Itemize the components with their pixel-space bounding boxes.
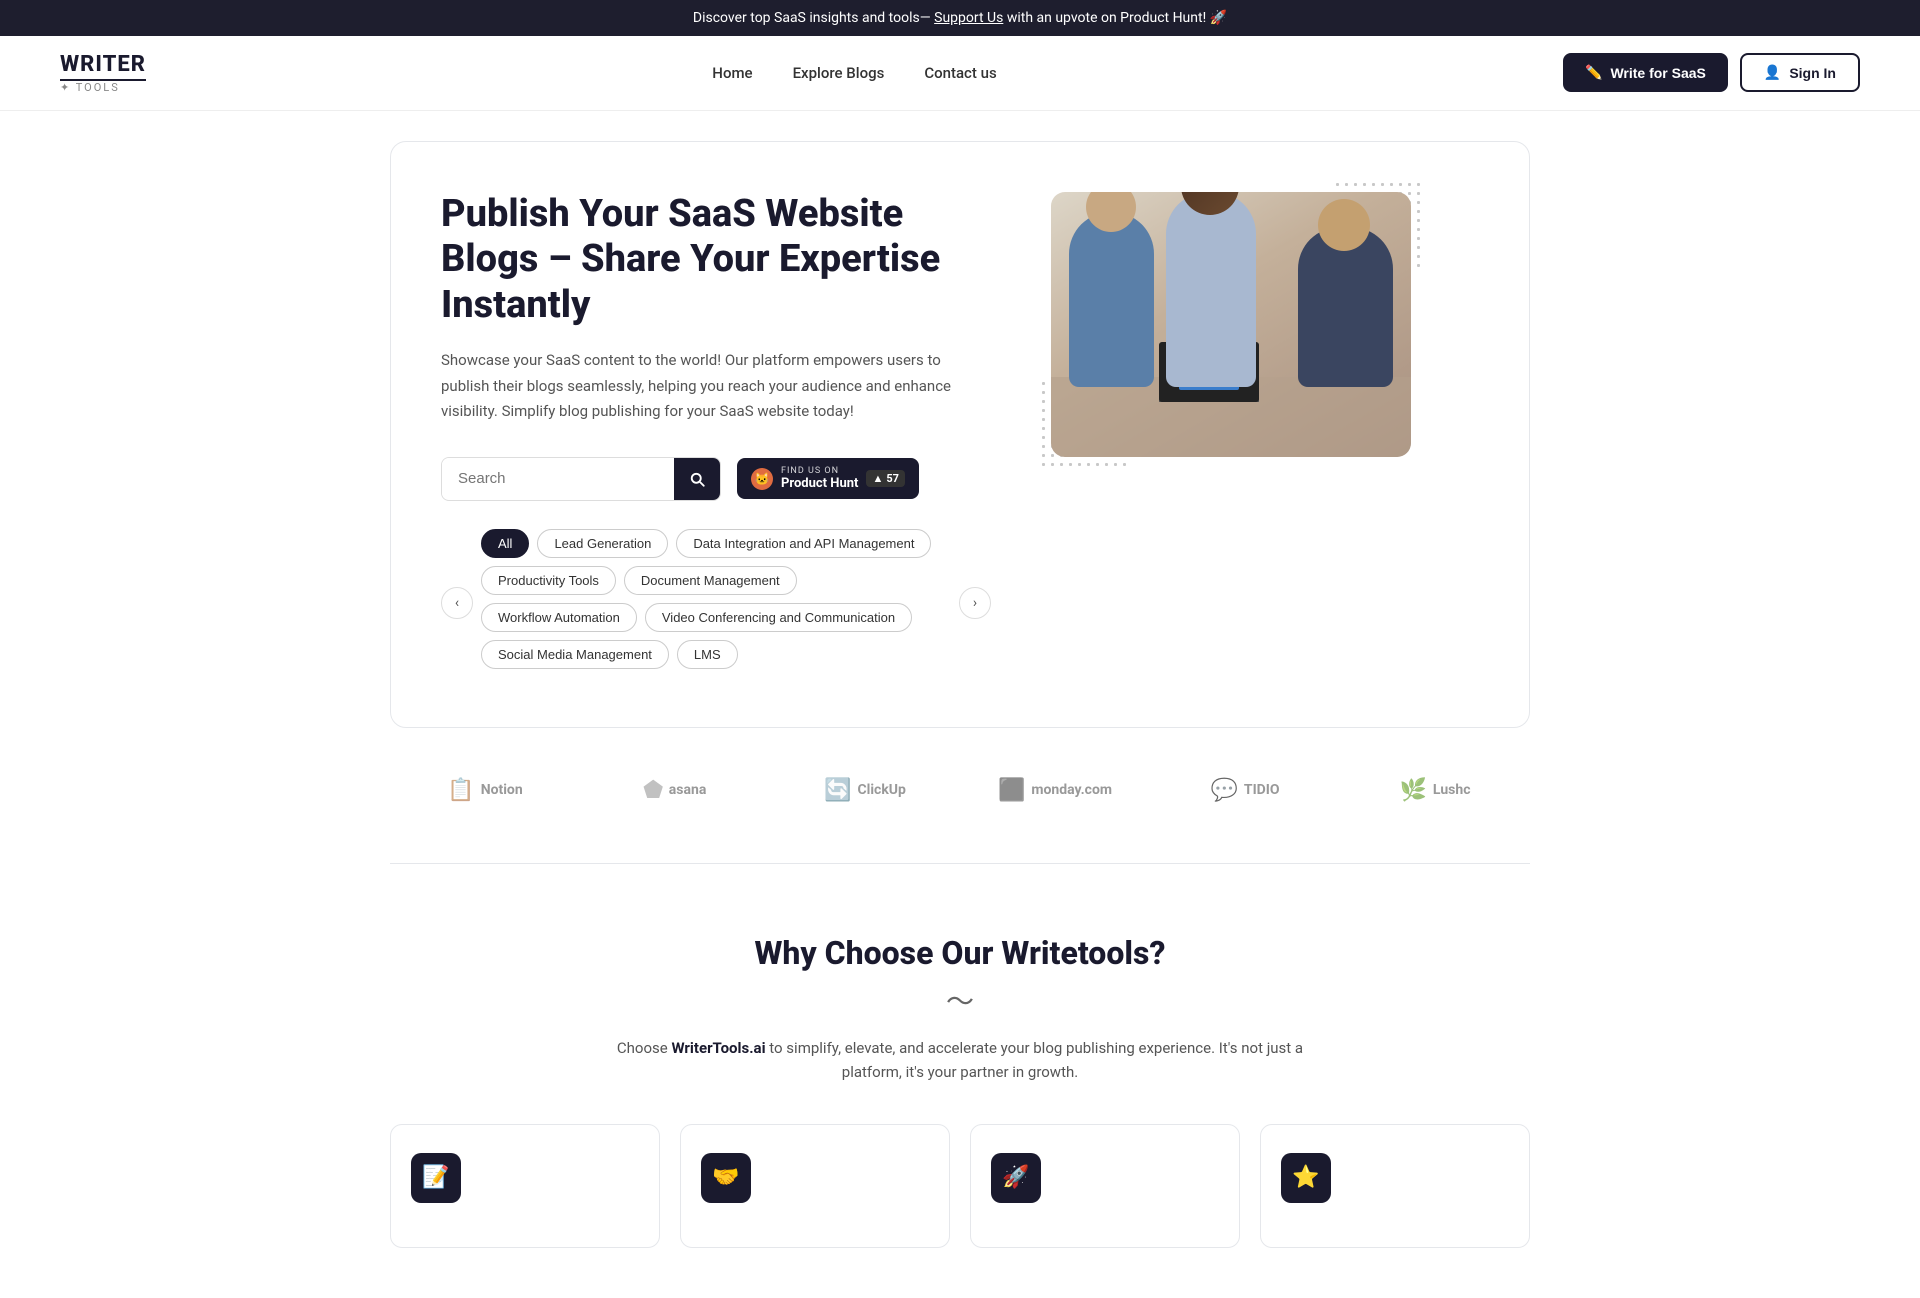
- brand-notion: 📋 Notion: [390, 768, 580, 813]
- category-social-media[interactable]: Social Media Management: [481, 640, 669, 669]
- hero-title: Publish Your SaaS Website Blogs – Share …: [441, 192, 991, 329]
- why-description: Choose WriterTools.ai to simplify, eleva…: [610, 1036, 1310, 1084]
- brand-tidio: 💬 TIDIO: [1150, 768, 1340, 813]
- hero-description: Showcase your SaaS content to the world!…: [441, 348, 991, 425]
- top-banner: Discover top SaaS insights and tools— Su…: [0, 0, 1920, 36]
- notion-label: Notion: [481, 782, 523, 798]
- feature-card-1: 📝: [390, 1124, 660, 1248]
- brand-clickup: 🔄 ClickUp: [770, 768, 960, 813]
- nav-links: Home Explore Blogs Contact us: [712, 63, 996, 82]
- feature-icon-4-glyph: ⭐: [1292, 1165, 1319, 1190]
- asana-label: asana: [669, 782, 707, 798]
- search-box: [441, 457, 721, 501]
- feature-icon-2-glyph: 🤝: [712, 1165, 739, 1190]
- brand-asana: ⬟ asana: [580, 768, 770, 813]
- product-hunt-icon: 🐱: [751, 468, 773, 490]
- logo: WRITER ✦ Tools: [60, 52, 146, 94]
- pencil-icon: ✏️: [1585, 64, 1602, 81]
- category-lead-generation[interactable]: Lead Generation: [537, 529, 668, 558]
- notion-icon: 📋: [447, 778, 474, 803]
- banner-link[interactable]: Support Us: [934, 10, 1003, 26]
- lushc-icon: 🌿: [1400, 778, 1427, 803]
- feature-card-4: ⭐: [1260, 1124, 1530, 1248]
- brand-name-highlight: WriterTools.ai: [671, 1039, 765, 1057]
- nav-contact[interactable]: Contact us: [924, 64, 996, 82]
- tidio-label: TIDIO: [1244, 782, 1280, 798]
- search-row: 🐱 FIND US ON Product Hunt ▲ 57: [441, 457, 991, 501]
- search-button[interactable]: [674, 458, 720, 500]
- nav-home[interactable]: Home: [712, 64, 752, 82]
- user-icon: 👤: [1764, 64, 1781, 81]
- next-category-arrow[interactable]: ›: [959, 587, 991, 619]
- person-3-body: [1298, 227, 1393, 387]
- write-for-saas-button[interactable]: ✏️ Write for SaaS: [1563, 53, 1728, 92]
- category-tags: All Lead Generation Data Integration and…: [481, 529, 951, 677]
- category-all[interactable]: All: [481, 529, 529, 558]
- tidio-icon: 💬: [1210, 778, 1237, 803]
- feature-card-2: 🤝: [680, 1124, 950, 1248]
- hero-content: Publish Your SaaS Website Blogs – Share …: [441, 192, 991, 677]
- product-hunt-text: FIND US ON Product Hunt: [781, 466, 858, 491]
- person-1-head: [1086, 192, 1136, 232]
- feature-icon-3: 🚀: [991, 1153, 1041, 1203]
- category-data-integration[interactable]: Data Integration and API Management: [676, 529, 931, 558]
- clickup-label: ClickUp: [857, 782, 905, 798]
- search-input[interactable]: [442, 458, 674, 499]
- why-desc-end: to simplify, elevate, and accelerate you…: [766, 1039, 1304, 1081]
- hero-image: [1051, 192, 1411, 457]
- category-row-2: Workflow Automation Video Conferencing a…: [481, 603, 951, 669]
- person-2-body: [1166, 192, 1256, 387]
- category-lms[interactable]: LMS: [677, 640, 738, 669]
- why-title: Why Choose Our Writetools?: [390, 934, 1530, 972]
- brand-monday: ⬛ monday.com: [960, 768, 1150, 813]
- feature-card-3: 🚀: [970, 1124, 1240, 1248]
- hero-illustration: [1051, 192, 1411, 457]
- feature-icon-1-glyph: 📝: [422, 1165, 449, 1190]
- tilde-decoration: 〜: [390, 980, 1530, 1020]
- banner-text: Discover top SaaS insights and tools—: [693, 10, 931, 26]
- category-productivity-tools[interactable]: Productivity Tools: [481, 566, 616, 595]
- category-section: ‹ All Lead Generation Data Integration a…: [441, 529, 991, 677]
- prev-category-arrow[interactable]: ‹: [441, 587, 473, 619]
- clickup-icon: 🔄: [824, 778, 851, 803]
- person-2-head: [1181, 192, 1239, 215]
- hero-image-wrapper: [1051, 192, 1411, 457]
- navbar: WRITER ✦ Tools Home Explore Blogs Contac…: [0, 36, 1920, 111]
- logo-sub: ✦ Tools: [60, 81, 120, 94]
- search-icon: [688, 470, 706, 488]
- category-workflow-automation[interactable]: Workflow Automation: [481, 603, 637, 632]
- nav-explore-blogs[interactable]: Explore Blogs: [793, 64, 885, 82]
- logo-main: WRITER: [60, 52, 146, 77]
- category-video-conferencing[interactable]: Video Conferencing and Communication: [645, 603, 912, 632]
- feature-icon-4: ⭐: [1281, 1153, 1331, 1203]
- why-section: Why Choose Our Writetools? 〜 Choose Writ…: [390, 894, 1530, 1268]
- nav-actions: ✏️ Write for SaaS 👤 Sign In: [1563, 53, 1860, 92]
- why-desc-start: Choose: [617, 1039, 672, 1057]
- banner-suffix: with an upvote on Product Hunt! 🚀: [1007, 10, 1227, 26]
- product-hunt-badge[interactable]: 🐱 FIND US ON Product Hunt ▲ 57: [737, 458, 919, 499]
- divider: [390, 863, 1530, 864]
- feature-icon-3-glyph: 🚀: [1002, 1165, 1029, 1190]
- category-row-1: All Lead Generation Data Integration and…: [481, 529, 951, 595]
- product-hunt-count: ▲ 57: [866, 470, 905, 487]
- brands-row: 📋 Notion ⬟ asana 🔄 ClickUp ⬛ monday.com: [390, 748, 1530, 833]
- monday-icon: ⬛: [998, 778, 1025, 803]
- feature-icon-2: 🤝: [701, 1153, 751, 1203]
- monday-label: monday.com: [1031, 782, 1112, 798]
- asana-icon: ⬟: [644, 778, 663, 803]
- main-content: Publish Your SaaS Website Blogs – Share …: [360, 141, 1560, 1268]
- category-document-management[interactable]: Document Management: [624, 566, 797, 595]
- features-row: 📝 🤝 🚀 ⭐: [390, 1124, 1530, 1248]
- person-3-head: [1318, 199, 1370, 251]
- lushc-label: Lushc: [1433, 782, 1471, 798]
- sign-in-button[interactable]: 👤 Sign In: [1740, 53, 1860, 92]
- person-1-body: [1069, 212, 1154, 387]
- feature-icon-1: 📝: [411, 1153, 461, 1203]
- hero-section: Publish Your SaaS Website Blogs – Share …: [390, 141, 1530, 728]
- brand-lushc: 🌿 Lushc: [1340, 768, 1530, 813]
